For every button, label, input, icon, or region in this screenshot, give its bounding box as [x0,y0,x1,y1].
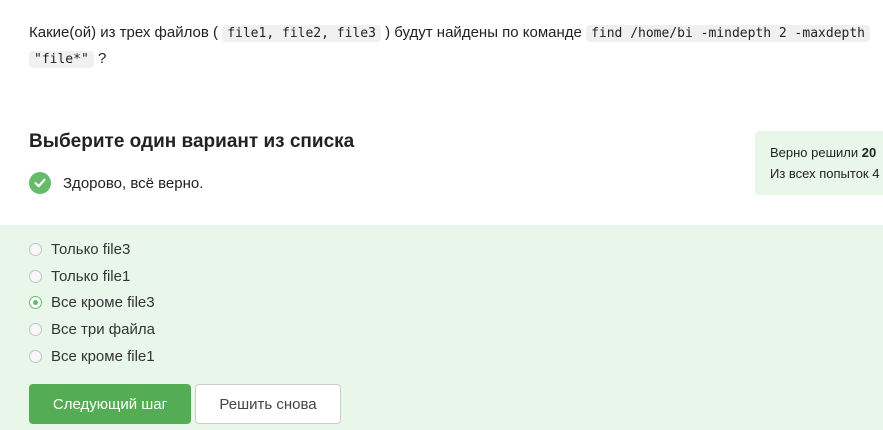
stats-panel: Верно решили 20 Из всех попыток 4 [755,131,883,195]
stats-solved-label: Верно решили [770,145,859,160]
radio-button-selected[interactable] [29,296,42,309]
option-label: Все три файла [51,321,155,338]
success-message: Здорово, всё верно. [63,174,204,192]
option-2[interactable]: Только file1 [29,268,130,285]
success-feedback: Здорово, всё верно. [29,172,203,194]
stats-attempts: Из всех попыток 4 [770,166,879,181]
option-4[interactable]: Все три файла [29,321,155,338]
section-title: Выберите один вариант из списка [29,131,355,152]
option-3[interactable]: Все кроме file3 [29,294,155,311]
radio-button[interactable] [29,270,42,283]
pattern-code: "file*" [29,51,94,68]
question-text-end: ? [97,50,107,67]
stats-solved: Верно решили 20 [770,145,876,160]
command-code: find /home/bi -mindepth 2 -maxdepth [586,25,870,42]
stats-attempts-label: Из всех попыток [770,166,869,181]
stats-solved-count: 20 [861,145,877,160]
retry-button[interactable]: Решить снова [195,384,341,424]
question-text: Какие(ой) из трех файлов ( file1, file2,… [29,20,883,72]
radio-button[interactable] [29,350,42,363]
check-circle-icon [29,172,51,194]
option-label: Все кроме file3 [51,294,155,311]
option-1[interactable]: Только file3 [29,241,130,258]
question-text-middle: ) будут найдены по команде [385,24,582,41]
stats-attempts-value: 4 [872,166,880,181]
option-label: Только file3 [51,241,131,258]
files-code: file1, file2, file3 [222,25,381,42]
next-step-button[interactable]: Следующий шаг [29,384,191,424]
option-5[interactable]: Все кроме file1 [29,348,155,365]
radio-button[interactable] [29,323,42,336]
option-label: Все кроме file1 [51,348,155,365]
option-label: Только file1 [51,268,131,285]
radio-button[interactable] [29,243,42,256]
question-text-before: Какие(ой) из трех файлов ( [29,24,219,41]
